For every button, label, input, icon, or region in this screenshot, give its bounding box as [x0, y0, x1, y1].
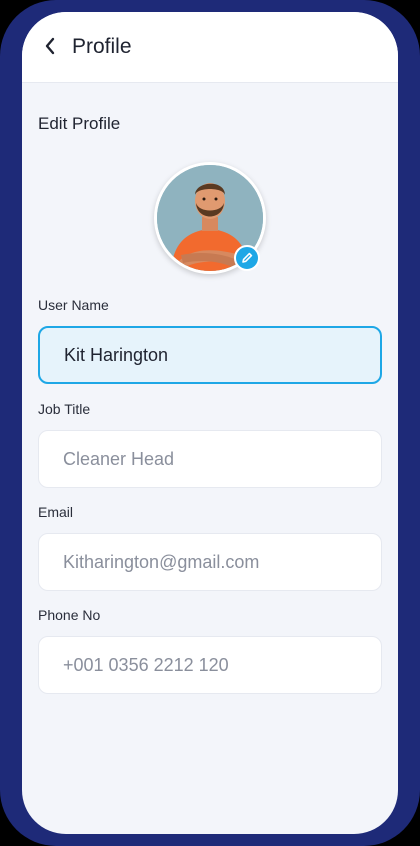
- side-button-right: [416, 132, 420, 224]
- side-button-left-bottom: [0, 218, 4, 274]
- pencil-icon: [242, 252, 253, 263]
- phone-label: Phone No: [38, 607, 101, 623]
- edit-avatar-button[interactable]: [234, 245, 260, 271]
- section-title: Edit Profile: [38, 114, 121, 133]
- username-input[interactable]: [38, 326, 382, 384]
- back-button[interactable]: [38, 34, 62, 58]
- job-title-label: Job Title: [38, 401, 91, 417]
- avatar-container: [154, 162, 266, 274]
- email-input[interactable]: [38, 533, 382, 591]
- page-title: Profile: [72, 35, 132, 58]
- job-title-input[interactable]: [38, 430, 382, 488]
- phone-input[interactable]: [38, 636, 382, 694]
- username-label: User Name: [38, 297, 109, 313]
- side-button-left-top: [0, 140, 4, 196]
- app-screen: Profile Edit Profile User Name Kit Harin…: [22, 12, 398, 834]
- email-label: Email: [38, 504, 74, 520]
- chevron-left-icon: [45, 37, 55, 55]
- top-bar: Profile: [22, 12, 398, 83]
